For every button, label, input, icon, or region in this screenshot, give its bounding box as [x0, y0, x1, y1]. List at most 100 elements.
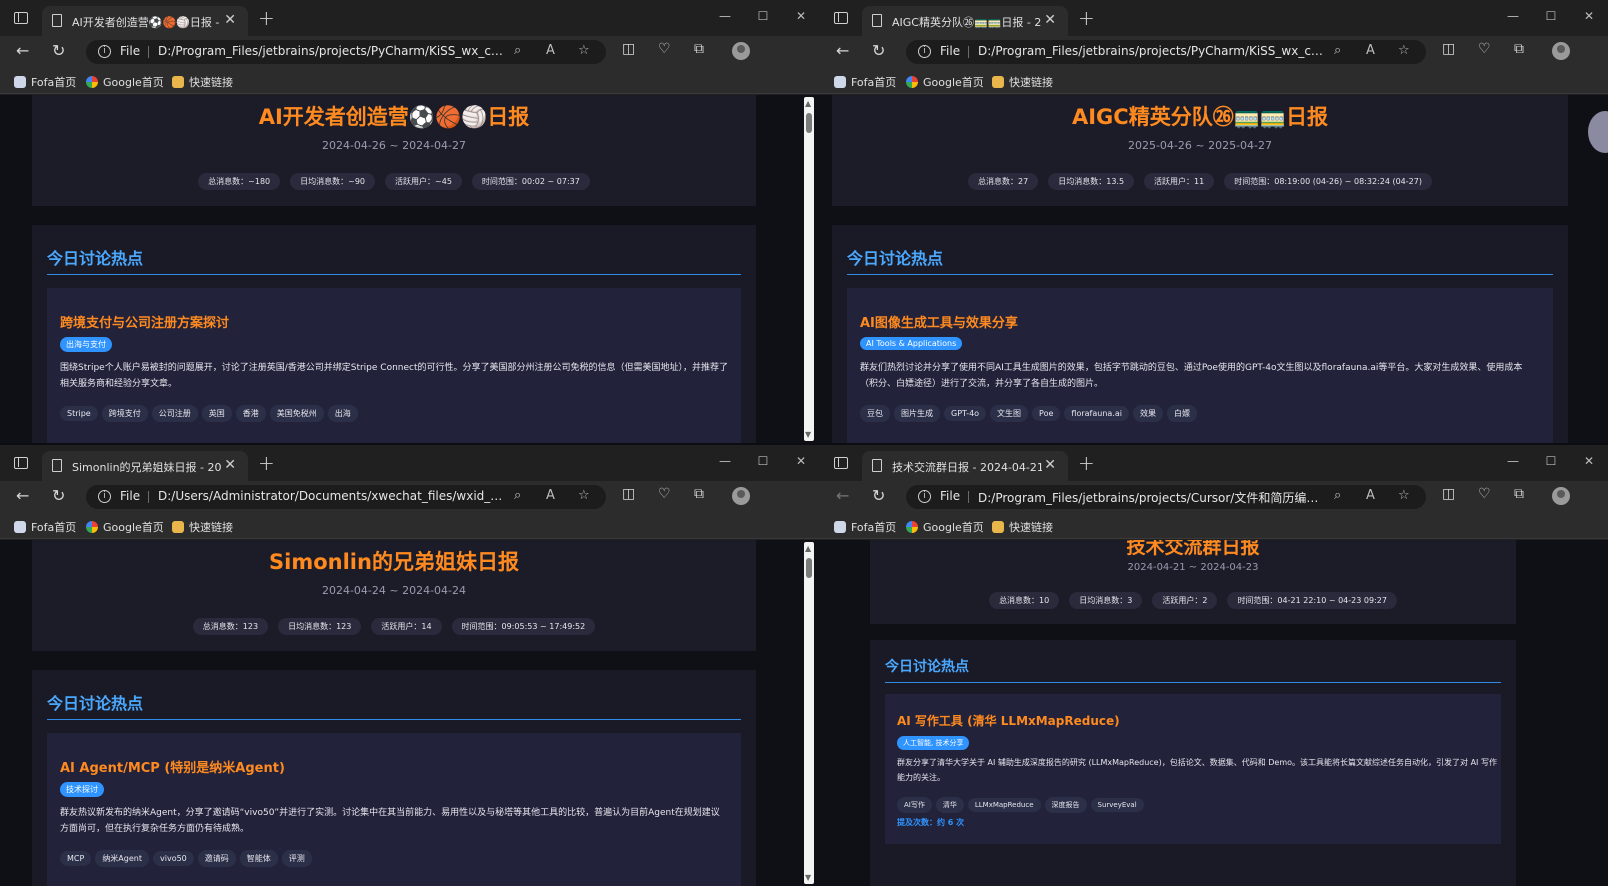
health-icon[interactable]: ♡: [658, 486, 671, 502]
tab-actions-icon[interactable]: [14, 457, 28, 469]
url-text[interactable]: D:/Users/Administrator/Documents/xwechat…: [158, 489, 508, 503]
close-window-button[interactable]: ✕: [782, 0, 820, 32]
favorite-quick-links[interactable]: 快速链接: [172, 519, 233, 535]
scroll-down-icon[interactable]: ▼: [805, 873, 811, 882]
minimize-button[interactable]: —: [706, 0, 744, 32]
new-tab-button[interactable]: +: [1078, 451, 1095, 475]
close-tab-icon[interactable]: ✕: [224, 12, 236, 28]
zoom-icon[interactable]: ⌕: [514, 488, 521, 503]
favorite-google[interactable]: Google首页: [906, 519, 984, 535]
close-window-button[interactable]: ✕: [782, 445, 820, 477]
new-tab-button[interactable]: +: [258, 6, 275, 30]
vertical-scrollbar[interactable]: ▲ ▼: [804, 542, 814, 884]
minimize-button[interactable]: —: [706, 445, 744, 477]
favorite-fofa[interactable]: Fofa首页: [834, 74, 896, 90]
profile-avatar[interactable]: [732, 487, 750, 505]
read-aloud-icon[interactable]: A: [1366, 488, 1375, 503]
zoom-icon[interactable]: ⌕: [514, 43, 521, 58]
page-content[interactable]: 技术交流群日报 2024-04-21 ~ 2024-04-23 总消息数：10 日…: [820, 540, 1608, 886]
health-icon[interactable]: ♡: [1478, 486, 1491, 502]
favorite-quick-links[interactable]: 快速链接: [992, 519, 1053, 535]
split-screen-icon[interactable]: ◫: [1442, 486, 1455, 502]
page-content[interactable]: AIGC精英分队㉖🚃🚃日报 2025-04-26 ~ 2025-04-27 总消…: [820, 95, 1608, 443]
favorite-fofa[interactable]: Fofa首页: [14, 74, 76, 90]
health-icon[interactable]: ♡: [1478, 41, 1491, 57]
new-tab-button[interactable]: +: [1078, 6, 1095, 30]
favorite-fofa[interactable]: Fofa首页: [14, 519, 76, 535]
close-tab-icon[interactable]: ✕: [1044, 12, 1056, 28]
split-screen-icon[interactable]: ◫: [1442, 41, 1455, 57]
browser-tab[interactable]: AIGC精英分队㉖🚃🚃日报 - 202 ✕: [862, 6, 1068, 36]
browser-tab[interactable]: AI开发者创造营⚽🏀🏐日报 - 2 ✕: [42, 6, 248, 36]
read-aloud-icon[interactable]: A: [546, 488, 555, 503]
refresh-icon[interactable]: ↻: [52, 41, 65, 60]
profile-avatar[interactable]: [1552, 487, 1570, 505]
address-bar[interactable]: i File D:/Program_Files/jetbrains/projec…: [906, 485, 1426, 509]
favorite-star-icon[interactable]: ☆: [1398, 488, 1410, 503]
address-bar[interactable]: i File D:/Users/Administrator/Documents/…: [86, 485, 606, 509]
tab-actions-icon[interactable]: [834, 457, 848, 469]
close-window-button[interactable]: ✕: [1570, 445, 1608, 477]
minimize-button[interactable]: —: [1494, 0, 1532, 32]
back-icon[interactable]: ←: [16, 41, 29, 60]
extensions-icon[interactable]: ⧉: [694, 41, 704, 57]
back-icon[interactable]: ←: [836, 41, 849, 60]
favorite-star-icon[interactable]: ☆: [1398, 43, 1410, 58]
read-aloud-icon[interactable]: A: [546, 43, 555, 58]
vertical-scrollbar[interactable]: ▲ ▼: [804, 97, 814, 441]
split-screen-icon[interactable]: ◫: [622, 486, 635, 502]
favorite-star-icon[interactable]: ☆: [578, 488, 590, 503]
info-icon[interactable]: i: [918, 45, 931, 58]
profile-avatar[interactable]: [732, 42, 750, 60]
minimize-button[interactable]: —: [1494, 445, 1532, 477]
scroll-thumb[interactable]: [806, 558, 812, 578]
back-icon[interactable]: ←: [836, 486, 849, 505]
back-icon[interactable]: ←: [16, 486, 29, 505]
favorite-star-icon[interactable]: ☆: [578, 43, 590, 58]
tab-actions-icon[interactable]: [834, 12, 848, 24]
profile-avatar[interactable]: [1552, 42, 1570, 60]
url-text[interactable]: D:/Program_Files/jetbrains/projects/PyCh…: [978, 44, 1328, 58]
address-bar[interactable]: i File D:/Program_Files/jetbrains/projec…: [86, 40, 606, 64]
split-screen-icon[interactable]: ◫: [622, 41, 635, 57]
favorite-fofa[interactable]: Fofa首页: [834, 519, 896, 535]
close-tab-icon[interactable]: ✕: [1044, 457, 1056, 473]
maximize-button[interactable]: ☐: [744, 0, 782, 32]
url-text[interactable]: D:/Program_Files/jetbrains/projects/PyCh…: [158, 44, 508, 58]
maximize-button[interactable]: ☐: [1532, 0, 1570, 32]
scroll-thumb[interactable]: [806, 113, 812, 133]
maximize-button[interactable]: ☐: [744, 445, 782, 477]
tab-actions-icon[interactable]: [14, 12, 28, 24]
refresh-icon[interactable]: ↻: [872, 486, 885, 505]
info-icon[interactable]: i: [98, 45, 111, 58]
close-tab-icon[interactable]: ✕: [224, 457, 236, 473]
close-window-button[interactable]: ✕: [1570, 0, 1608, 32]
sidebar-peek-avatar[interactable]: [1588, 111, 1608, 153]
read-aloud-icon[interactable]: A: [1366, 43, 1375, 58]
favorite-google[interactable]: Google首页: [86, 519, 164, 535]
scroll-up-icon[interactable]: ▲: [805, 544, 811, 553]
info-icon[interactable]: i: [98, 490, 111, 503]
page-content[interactable]: Simonlin的兄弟姐妹日报 2024-04-24 ~ 2024-04-24 …: [0, 540, 820, 886]
scroll-up-icon[interactable]: ▲: [805, 99, 811, 108]
extensions-icon[interactable]: ⧉: [1514, 486, 1524, 502]
favorite-quick-links[interactable]: 快速链接: [992, 74, 1053, 90]
address-bar[interactable]: i File D:/Program_Files/jetbrains/projec…: [906, 40, 1426, 64]
maximize-button[interactable]: ☐: [1532, 445, 1570, 477]
refresh-icon[interactable]: ↻: [52, 486, 65, 505]
health-icon[interactable]: ♡: [658, 41, 671, 57]
refresh-icon[interactable]: ↻: [872, 41, 885, 60]
page-content[interactable]: AI开发者创造营⚽🏀🏐日报 2024-04-26 ~ 2024-04-27 总消…: [0, 95, 820, 443]
new-tab-button[interactable]: +: [258, 451, 275, 475]
browser-tab[interactable]: Simonlin的兄弟姐妹日报 - 2024-0 ✕: [42, 451, 248, 481]
info-icon[interactable]: i: [918, 490, 931, 503]
zoom-icon[interactable]: ⌕: [1334, 488, 1341, 503]
browser-tab[interactable]: 技术交流群日报 - 2024-04-21 ~ ✕: [862, 451, 1068, 481]
scroll-down-icon[interactable]: ▼: [805, 430, 811, 439]
zoom-icon[interactable]: ⌕: [1334, 43, 1341, 58]
favorite-google[interactable]: Google首页: [906, 74, 984, 90]
url-text[interactable]: D:/Program_Files/jetbrains/projects/Curs…: [978, 489, 1328, 506]
extensions-icon[interactable]: ⧉: [1514, 41, 1524, 57]
extensions-icon[interactable]: ⧉: [694, 486, 704, 502]
favorite-google[interactable]: Google首页: [86, 74, 164, 90]
